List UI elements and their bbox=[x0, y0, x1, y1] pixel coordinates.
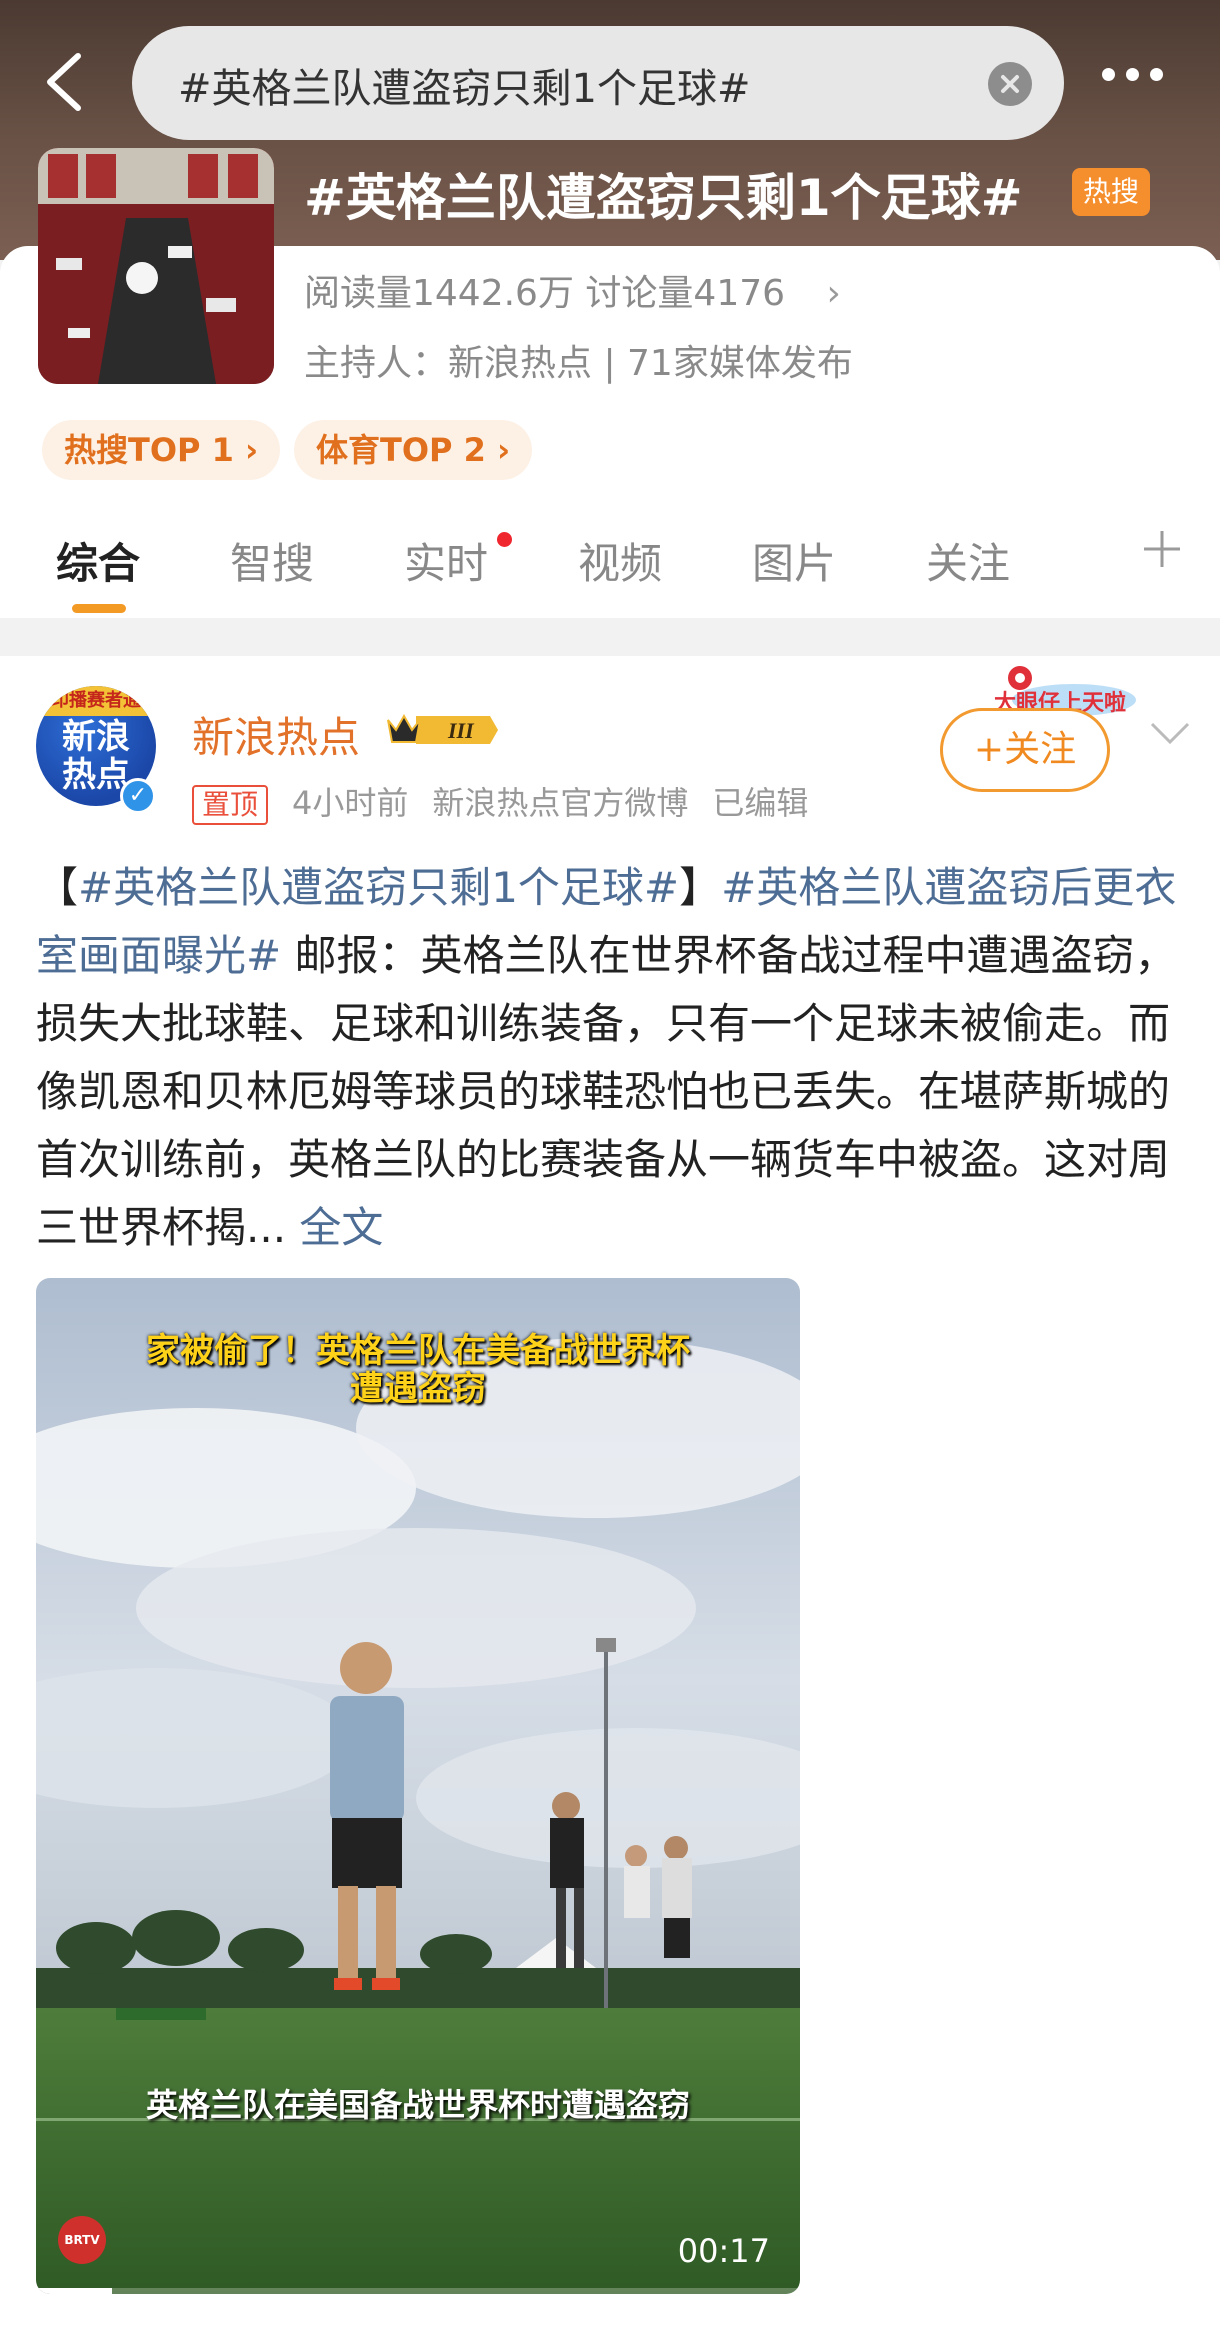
post-time: 4小时前 bbox=[292, 784, 409, 822]
video-frame-image bbox=[36, 1278, 800, 2294]
video-duration: 00:17 bbox=[677, 2232, 770, 2270]
video-progress-fill bbox=[36, 2288, 113, 2294]
tab-images[interactable]: 图片 bbox=[752, 530, 836, 591]
post-menu-button[interactable] bbox=[1148, 718, 1192, 748]
close-icon bbox=[1001, 75, 1019, 93]
post-text: 【#英格兰队遭盗窃只剩1个足球#】#英格兰队遭盗窃后更衣室画面曝光# 邮报：英格… bbox=[36, 854, 1192, 1262]
realtime-notification-dot bbox=[497, 532, 512, 547]
caption-top-line-1: 家被偷了！英格兰队在美备战世界杯 bbox=[146, 1331, 690, 1371]
caption-top-line-2: 遭遇盗窃 bbox=[350, 1369, 486, 1409]
search-input[interactable]: #英格兰队遭盗窃只剩1个足球# bbox=[178, 56, 750, 114]
tab-smart-search[interactable]: 智搜 bbox=[230, 530, 314, 591]
bracket-close: 】 bbox=[679, 863, 722, 912]
topic-thumbnail[interactable] bbox=[38, 148, 274, 384]
tab-bar: 综合 智搜 实时 视频 图片 关注 bbox=[0, 500, 1220, 618]
topic-host: 主持人：新浪热点 | 71家媒体发布 bbox=[304, 343, 853, 384]
follow-button[interactable]: +关注 bbox=[940, 708, 1110, 792]
hot-badge: 热搜 bbox=[1072, 168, 1150, 216]
plus-icon bbox=[1144, 531, 1180, 567]
vip-level-badge-icon: III bbox=[386, 710, 498, 750]
verified-badge-icon: ✓ bbox=[120, 778, 156, 814]
read-more-link[interactable]: 全文 bbox=[299, 1203, 383, 1252]
tab-comprehensive[interactable]: 综合 bbox=[56, 530, 140, 591]
locker-room-image bbox=[38, 148, 274, 384]
rank-pill-hot-search[interactable]: 热搜TOP 1 › bbox=[42, 420, 281, 480]
svg-text:III: III bbox=[447, 718, 475, 743]
topic-title: #英格兰队遭盗窃只剩1个足球# bbox=[304, 169, 1023, 227]
author-name[interactable]: 新浪热点 bbox=[192, 704, 360, 765]
pinned-badge: 置顶 bbox=[192, 785, 269, 825]
topic-stats-text: 阅读量1442.6万 讨论量4176 bbox=[304, 273, 786, 314]
video-caption-bottom: 英格兰队在美国备战世界杯时遭遇盗窃 bbox=[145, 2086, 690, 2124]
clear-search-button[interactable] bbox=[988, 62, 1032, 106]
avatar-label: 新浪热点 bbox=[62, 717, 130, 795]
search-bar[interactable]: #英格兰队遭盗窃只剩1个足球# bbox=[132, 26, 1064, 140]
bracket-open: 【 bbox=[36, 863, 79, 912]
more-options-button[interactable] bbox=[1102, 66, 1174, 94]
post-edited-label[interactable]: 已编辑 bbox=[712, 784, 808, 822]
video-progress-bar[interactable] bbox=[36, 2288, 800, 2294]
hashtag-link-1[interactable]: #英格兰队遭盗窃只剩1个足球# bbox=[78, 863, 679, 912]
tab-realtime[interactable]: 实时 bbox=[404, 530, 488, 591]
post-card: 印播赛者通 新浪热点 ✓ 新浪热点 III 置顶 4小时前 新浪热点官方微博 已编辑 … bbox=[0, 656, 1220, 2328]
chevron-down-icon bbox=[1150, 722, 1190, 745]
tab-video[interactable]: 视频 bbox=[578, 530, 662, 591]
back-arrow-icon bbox=[47, 53, 81, 111]
rank-pill-sports[interactable]: 体育TOP 2 › bbox=[294, 420, 533, 480]
post-source: 新浪热点官方微博 bbox=[432, 784, 689, 822]
chevron-right-icon: › bbox=[826, 273, 841, 314]
video-caption-top: 家被偷了！英格兰队在美备战世界杯 遭遇盗窃 bbox=[36, 1332, 800, 1408]
tab-following[interactable]: 关注 bbox=[926, 530, 1010, 591]
video-player[interactable]: 家被偷了！英格兰队在美备战世界杯 遭遇盗窃 英格兰队在美国备战世界杯时遭遇盗窃 … bbox=[36, 1278, 800, 2294]
avatar-banner: 印播赛者通 bbox=[36, 686, 156, 716]
post-meta: 置顶 4小时前 新浪热点官方微博 已编辑 bbox=[192, 778, 832, 825]
active-tab-indicator bbox=[72, 604, 126, 613]
back-button[interactable] bbox=[38, 50, 94, 114]
more-dots-icon bbox=[1102, 66, 1174, 85]
add-tab-button[interactable] bbox=[1140, 526, 1184, 580]
station-logo-icon: BRTV bbox=[58, 2216, 106, 2264]
topic-stats[interactable]: 阅读量1442.6万 讨论量4176 › bbox=[304, 264, 841, 316]
